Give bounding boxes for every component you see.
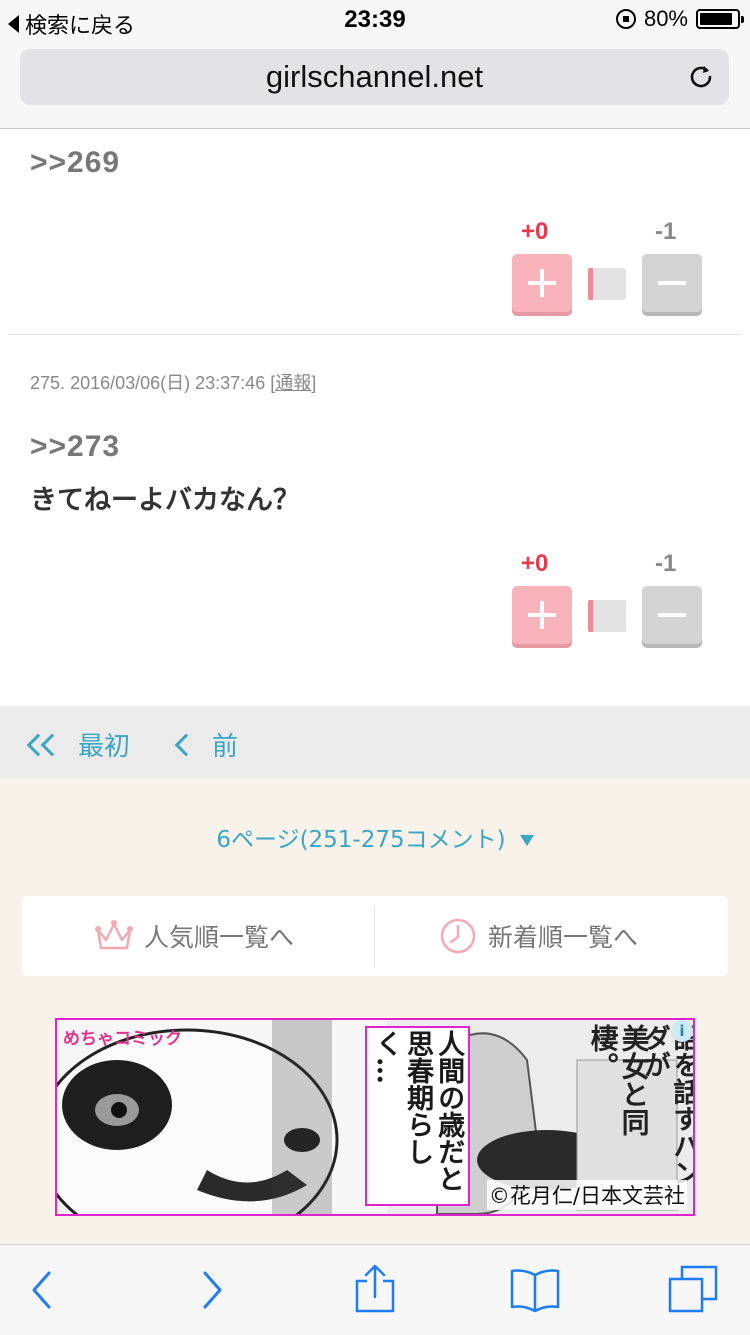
ad-caption-2: 美女と同棲。: [586, 1024, 651, 1136]
plus-icon: [528, 601, 556, 629]
advertisement-banner[interactable]: めちゃコミック 人間の歳だと思春期らしく… 語を話すパンダが 美女と同棲。 i …: [55, 1018, 695, 1216]
sort-separator: [374, 906, 375, 968]
crown-icon: [95, 920, 133, 950]
pager-bar: 最初 前: [0, 706, 750, 778]
newest-sort-label: 新着順一覧へ: [488, 923, 639, 952]
status-bar: 検索に戻る 23:39 80%: [0, 0, 750, 40]
pager-prev-label: 前: [212, 732, 239, 762]
comment-body: きてねーよバカなん？: [30, 485, 300, 516]
clock-icon: [440, 918, 476, 954]
minus-button[interactable]: [642, 586, 702, 644]
comment-divider: [8, 334, 742, 335]
dropdown-arrow-icon: [519, 835, 534, 846]
ad-info-icon[interactable]: i: [671, 1020, 693, 1042]
ad-logo: めちゃコミック: [63, 1029, 182, 1049]
page-select-label: 6ページ(251-275コメント): [216, 827, 506, 853]
minus-count: -1: [655, 550, 677, 577]
double-chevron-left-icon: [26, 733, 64, 756]
chevron-left-icon: [174, 733, 198, 756]
status-right: 80%: [615, 6, 744, 32]
plus-count: +0: [521, 550, 549, 577]
tabs-icon[interactable]: [668, 1265, 718, 1315]
vote-ratio-bar: [588, 268, 626, 300]
plus-icon: [528, 269, 556, 297]
popular-sort-link[interactable]: 人気順一覧へ: [94, 896, 294, 976]
pager-first[interactable]: 最初: [26, 726, 131, 763]
reload-icon[interactable]: [687, 63, 715, 91]
plus-count: +0: [521, 218, 549, 245]
comment-quote-link[interactable]: >>273: [30, 430, 120, 464]
minus-icon: [658, 281, 686, 285]
comment-number: 275.: [30, 373, 66, 393]
minus-button[interactable]: [642, 254, 702, 312]
forward-chevron-icon[interactable]: [186, 1265, 236, 1315]
comment-quote-link[interactable]: >>269: [30, 146, 120, 180]
pager-prev[interactable]: 前: [174, 726, 239, 763]
vote-ratio-bar: [588, 600, 626, 632]
battery-icon: [696, 9, 744, 29]
page-select-dropdown[interactable]: 6ページ(251-275コメント): [0, 820, 750, 854]
comment-datetime: 2016/03/06(日) 23:37:46: [70, 373, 266, 393]
minus-icon: [658, 613, 686, 617]
battery-percent: 80%: [643, 6, 688, 31]
ad-caption-1: 人間の歳だと思春期らしく…: [365, 1026, 471, 1206]
minus-count: -1: [655, 218, 677, 245]
plus-button[interactable]: [512, 586, 572, 644]
sort-links: 人気順一覧へ 新着順一覧へ: [22, 896, 728, 976]
rotation-lock-icon: [615, 9, 636, 29]
report-link[interactable]: 通報: [275, 373, 311, 393]
pager-first-label: 最初: [78, 732, 131, 762]
url-domain[interactable]: girlschannel.net: [20, 59, 729, 95]
newest-sort-link[interactable]: 新着順一覧へ: [438, 896, 638, 976]
share-icon[interactable]: [350, 1265, 400, 1315]
browser-toolbar: [0, 1244, 750, 1335]
back-chevron-icon[interactable]: [18, 1265, 68, 1315]
plus-button[interactable]: [512, 254, 572, 312]
ad-copyright: ©花月仁/日本文芸社: [486, 1180, 687, 1210]
browser-header: girlschannel.net: [0, 40, 750, 129]
popular-sort-label: 人気順一覧へ: [144, 923, 295, 952]
comment-meta: 275. 2016/03/06(日) 23:37:46 [通報]: [30, 373, 317, 393]
address-bar[interactable]: girlschannel.net: [20, 49, 729, 105]
footer-area: 6ページ(251-275コメント) 人気順一覧へ 新着順一覧へ めちゃコミック …: [0, 778, 750, 1244]
bookmarks-icon[interactable]: [510, 1265, 560, 1315]
